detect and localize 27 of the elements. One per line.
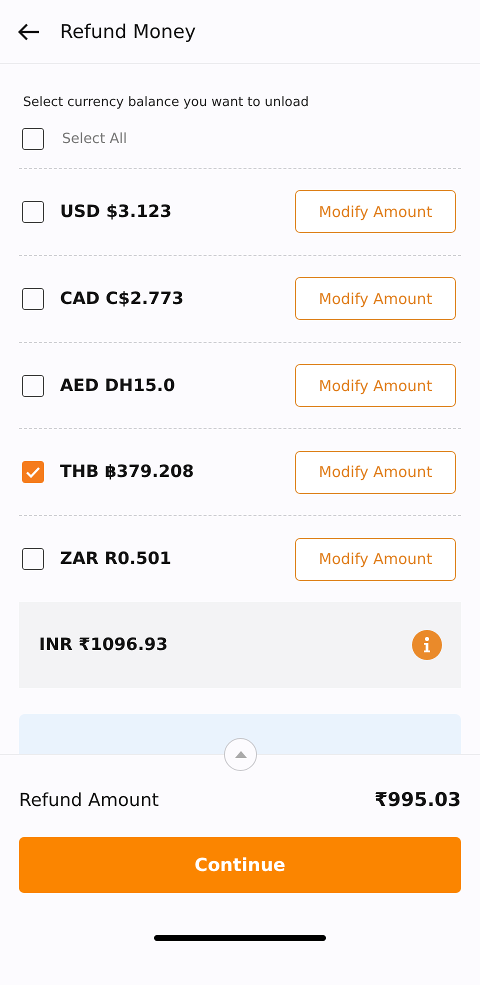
instruction-text: Select currency balance you want to unload	[22, 95, 310, 110]
select-all-label: Select All	[62, 130, 127, 147]
caret-up-icon	[234, 751, 246, 758]
currency-balance: ZAR R0.501	[60, 549, 172, 570]
modify-amount-button[interactable]: Modify Amount	[295, 364, 456, 408]
info-icon[interactable]	[412, 630, 442, 660]
currency-balance: CAD C$2.773	[60, 288, 185, 309]
inr-balance: INR ₹1096.93	[39, 635, 168, 656]
currency-balance: USD $3.123	[60, 202, 173, 222]
page-title: Refund Money	[60, 20, 196, 42]
modify-amount-button[interactable]: Modify Amount	[295, 190, 456, 234]
continue-button[interactable]: Continue	[19, 837, 461, 893]
currency-checkbox[interactable]	[22, 548, 44, 570]
currency-checkbox[interactable]	[22, 374, 44, 397]
modify-amount-button[interactable]: Modify Amount	[295, 277, 456, 320]
currency-checkbox[interactable]	[22, 200, 44, 223]
refund-amount-value: ₹995.03	[374, 789, 461, 811]
checkmark-icon	[26, 466, 40, 478]
currency-balance: AED DH15.0	[60, 376, 176, 396]
select-all-checkbox[interactable]	[22, 128, 44, 150]
back-button[interactable]	[18, 22, 40, 40]
currency-balance: THB ฿379.208	[60, 462, 195, 482]
refund-amount-label: Refund Amount	[19, 790, 159, 810]
currency-checkbox[interactable]	[22, 461, 44, 484]
modify-amount-button[interactable]: Modify Amount	[295, 538, 456, 581]
currency-checkbox[interactable]	[22, 288, 44, 310]
modify-amount-button[interactable]: Modify Amount	[295, 450, 456, 494]
